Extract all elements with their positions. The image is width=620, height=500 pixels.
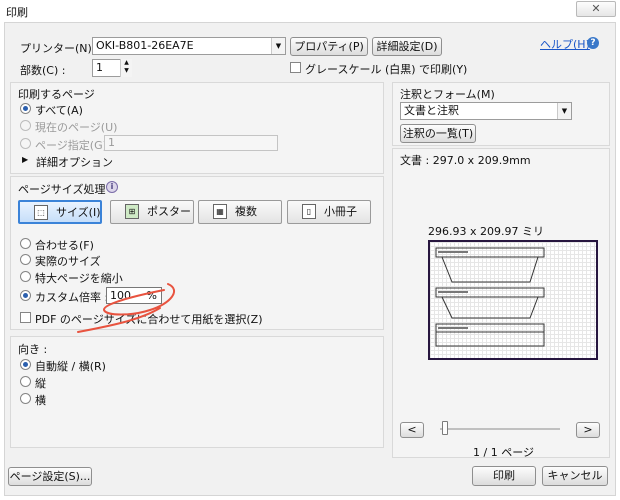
page-range-radio[interactable] — [20, 138, 31, 149]
booklet-icon: ▯ — [302, 204, 316, 219]
comments-summary-button[interactable]: 注釈の一覧(T) — [400, 124, 476, 143]
title-bar: 印刷 ✕ — [0, 0, 620, 22]
multiple-pages-icon: ▦ — [213, 204, 227, 219]
prev-page-button[interactable]: < — [400, 422, 424, 438]
copies-label: 部数(C) : — [20, 64, 66, 77]
orientation-title: 向き : — [18, 343, 48, 356]
all-pages-radio[interactable] — [20, 103, 31, 114]
sizing-title: ページサイズ処理 — [18, 183, 106, 196]
printer-label: プリンター(N) : — [20, 42, 100, 55]
comments-select-value: 文書と注釈 — [404, 104, 459, 117]
portrait-label: 縦 — [35, 377, 46, 390]
help-link[interactable]: ヘルプ(H) — [540, 36, 590, 52]
expand-arrow-icon[interactable]: ▶ — [22, 155, 28, 164]
printer-select-value: OKI-B801-26EA7E — [96, 39, 194, 52]
landscape-radio[interactable] — [20, 393, 31, 404]
pdf-paper-checkbox[interactable] — [20, 312, 31, 323]
grayscale-checkbox[interactable] — [290, 62, 301, 73]
copies-value: 1 — [96, 61, 103, 74]
page-setup-button[interactable]: ページ設定(S)... — [8, 467, 92, 486]
current-page-label: 現在のページ(U) — [35, 121, 118, 134]
poster-icon: ⊞ — [125, 204, 139, 219]
grayscale-label: グレースケール (白黒) で印刷(Y) — [305, 63, 468, 76]
cancel-button[interactable]: キャンセル — [542, 466, 608, 486]
size-button-label: サイズ(I) — [56, 206, 101, 219]
page-slider-thumb[interactable] — [442, 421, 448, 435]
copies-stepper[interactable]: ▲ ▼ — [120, 59, 132, 77]
page-range-input[interactable]: 1 — [104, 135, 278, 151]
shrink-radio[interactable] — [20, 271, 31, 282]
all-pages-label: すべて(A) — [35, 104, 83, 117]
current-page-radio[interactable] — [20, 120, 31, 131]
document-size: 文書 : 297.0 x 209.9mm — [400, 154, 531, 167]
portrait-radio[interactable] — [20, 376, 31, 387]
info-icon[interactable]: i — [106, 181, 118, 193]
more-options-label[interactable]: 詳細オプション — [36, 154, 113, 170]
annotation-scribble — [77, 283, 175, 333]
next-page-button[interactable]: > — [576, 422, 600, 438]
multiple-button-label: 複数 — [235, 205, 257, 218]
booklet-button-label: 小冊子 — [324, 205, 357, 218]
fit-label: 合わせる(F) — [35, 239, 94, 252]
chevron-down-icon: ▼ — [557, 103, 571, 119]
window-title: 印刷 — [6, 6, 28, 19]
poster-button[interactable]: ⊞ ポスター — [110, 200, 194, 224]
page-range-value: 1 — [108, 136, 115, 149]
booklet-button[interactable]: ▯ 小冊子 — [287, 200, 371, 224]
orientation-group — [10, 336, 384, 448]
close-icon: ✕ — [591, 2, 601, 15]
paper-size: 296.93 x 209.97 ミリ — [428, 225, 544, 238]
page-range-label: ページ指定(G) — [35, 139, 107, 152]
advanced-button[interactable]: 詳細設定(D) — [372, 37, 442, 56]
poster-button-label: ポスター — [147, 205, 191, 218]
page-indicator: 1 / 1 ページ — [473, 446, 534, 459]
fit-size-icon: ⬚ — [34, 205, 48, 220]
print-button[interactable]: 印刷 — [472, 466, 536, 486]
page-slider-track[interactable] — [440, 428, 560, 430]
comments-title: 注釈とフォーム(M) — [400, 88, 495, 101]
printer-select[interactable]: OKI-B801-26EA7E ▼ — [92, 37, 286, 55]
chevron-down-icon: ▼ — [271, 38, 285, 54]
properties-button[interactable]: プロパティ(P) — [290, 37, 368, 56]
pages-title: 印刷するページ — [18, 88, 95, 101]
fit-radio[interactable] — [20, 238, 31, 249]
close-button[interactable]: ✕ — [576, 1, 616, 17]
preview-page — [428, 240, 598, 360]
auto-orientation-label: 自動縦 / 横(R) — [35, 360, 106, 373]
size-button[interactable]: ⬚ サイズ(I) — [18, 200, 102, 224]
multiple-button[interactable]: ▦ 複数 — [198, 200, 282, 224]
actual-size-radio[interactable] — [20, 254, 31, 265]
landscape-label: 横 — [35, 394, 46, 407]
preview-content — [435, 247, 545, 347]
comments-select[interactable]: 文書と注釈 ▼ — [400, 102, 572, 120]
help-icon[interactable]: ? — [587, 37, 599, 49]
actual-size-label: 実際のサイズ — [35, 255, 101, 268]
custom-scale-radio[interactable] — [20, 290, 31, 301]
auto-orientation-radio[interactable] — [20, 359, 31, 370]
